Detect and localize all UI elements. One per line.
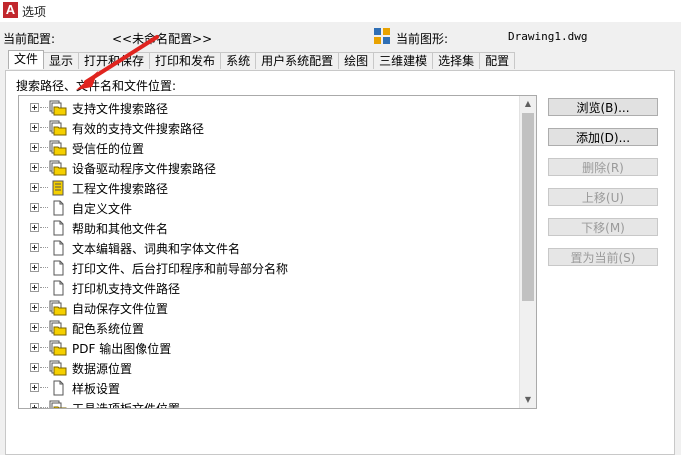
files-panel: 搜索路径、文件名和文件位置: 编写选项板文件位置工具选项板文件位置样板设置数据源… bbox=[5, 70, 675, 455]
expand-plus-icon[interactable] bbox=[30, 243, 39, 252]
folder-stack-icon bbox=[49, 340, 67, 356]
expand-plus-icon[interactable] bbox=[30, 303, 39, 312]
tree-item-label: 设备驱动程序文件搜索路径 bbox=[72, 162, 217, 176]
tree-connector bbox=[40, 407, 48, 408]
drawing-icon bbox=[374, 28, 390, 44]
folder-stack-icon bbox=[49, 320, 67, 336]
tree-connector bbox=[40, 107, 48, 108]
document-icon bbox=[49, 260, 67, 276]
tree-item-label: 自定义文件 bbox=[72, 202, 133, 216]
expand-plus-icon[interactable] bbox=[30, 143, 39, 152]
move-down-button[interactable]: 下移(M) bbox=[548, 218, 658, 236]
tree-connector bbox=[40, 307, 48, 308]
tree-connector bbox=[40, 167, 48, 168]
folder-stack-icon bbox=[49, 120, 67, 136]
tab-1[interactable]: 显示 bbox=[43, 52, 80, 69]
tab-6[interactable]: 绘图 bbox=[338, 52, 375, 69]
tab-strip: 文件 显示 打开和保存 打印和发布 系统 用户系统配置 绘图 三维建模 选择集 配置 bbox=[8, 50, 516, 70]
expand-plus-icon[interactable] bbox=[30, 343, 39, 352]
vertical-scrollbar[interactable]: ▲ ▼ bbox=[519, 96, 536, 408]
document-icon bbox=[49, 220, 67, 236]
tree-connector bbox=[40, 347, 48, 348]
folder-stack-icon bbox=[49, 100, 67, 116]
document-icon bbox=[49, 380, 67, 396]
project-file-icon bbox=[49, 180, 67, 196]
tree-connector bbox=[40, 207, 48, 208]
expand-plus-icon[interactable] bbox=[30, 283, 39, 292]
set-current-button[interactable]: 置为当前(S) bbox=[548, 248, 658, 266]
folder-stack-icon bbox=[49, 160, 67, 176]
tree-connector bbox=[40, 367, 48, 368]
tree-item-label: 打印文件、后台打印程序和前导部分名称 bbox=[72, 262, 289, 276]
folder-stack-icon bbox=[49, 140, 67, 156]
folder-stack-icon bbox=[49, 360, 67, 376]
tree-item-label: 打印机支持文件路径 bbox=[72, 282, 181, 296]
expand-plus-icon[interactable] bbox=[30, 123, 39, 132]
expand-plus-icon[interactable] bbox=[30, 263, 39, 272]
document-icon bbox=[49, 200, 67, 216]
tree-item-label: 文本编辑器、词典和字体文件名 bbox=[72, 242, 241, 256]
tree-item-label: 工具选项板文件位置 bbox=[72, 402, 181, 409]
add-button[interactable]: 添加(D)... bbox=[548, 128, 658, 146]
tree-item-label: 数据源位置 bbox=[72, 362, 133, 376]
tree-connector bbox=[40, 327, 48, 328]
window-title: 选项 bbox=[22, 5, 47, 19]
tree-item-label: PDF 输出图像位置 bbox=[72, 342, 172, 356]
expand-plus-icon[interactable] bbox=[30, 183, 39, 192]
tab-8[interactable]: 选择集 bbox=[432, 52, 481, 69]
options-dialog: 当前配置: <<未命名配置>> 当前图形: Drawing1.dwg 文件 显示打… bbox=[0, 22, 681, 455]
tree-connector bbox=[40, 147, 48, 148]
tree-connector bbox=[40, 387, 48, 388]
tab-5[interactable]: 用户系统配置 bbox=[255, 52, 340, 69]
tree-connector bbox=[40, 227, 48, 228]
current-drawing-label: 当前图形: bbox=[396, 32, 449, 46]
tab-7[interactable]: 三维建模 bbox=[373, 52, 434, 69]
folder-stack-icon bbox=[49, 400, 67, 408]
tab-2[interactable]: 打开和保存 bbox=[78, 52, 151, 69]
expand-plus-icon[interactable] bbox=[30, 223, 39, 232]
current-profile-label: 当前配置: bbox=[3, 32, 56, 46]
title-bar: A 选项 bbox=[0, 0, 681, 22]
folder-stack-icon bbox=[49, 300, 67, 316]
expand-plus-icon[interactable] bbox=[30, 383, 39, 392]
scroll-down-arrow-icon[interactable]: ▼ bbox=[520, 392, 536, 408]
tree-connector bbox=[40, 267, 48, 268]
remove-button[interactable]: 删除(R) bbox=[548, 158, 658, 176]
browse-button[interactable]: 浏览(B)... bbox=[548, 98, 658, 116]
expand-plus-icon[interactable] bbox=[30, 103, 39, 112]
file-location-tree[interactable]: 编写选项板文件位置工具选项板文件位置样板设置数据源位置PDF 输出图像位置配色系… bbox=[18, 95, 537, 409]
tab-0[interactable]: 文件 bbox=[8, 50, 45, 69]
scroll-thumb[interactable] bbox=[522, 113, 534, 301]
expand-plus-icon[interactable] bbox=[30, 363, 39, 372]
document-icon bbox=[49, 240, 67, 256]
expand-plus-icon[interactable] bbox=[30, 163, 39, 172]
tab-3[interactable]: 打印和发布 bbox=[149, 52, 222, 69]
expand-plus-icon[interactable] bbox=[30, 203, 39, 212]
tree-connector bbox=[40, 187, 48, 188]
tree-item-label: 自动保存文件位置 bbox=[72, 302, 169, 316]
expand-plus-icon[interactable] bbox=[30, 323, 39, 332]
tree-item-label: 有效的支持文件搜索路径 bbox=[72, 122, 205, 136]
tree-item-label: 配色系统位置 bbox=[72, 322, 145, 336]
tree-connector bbox=[40, 247, 48, 248]
tree-connector bbox=[40, 287, 48, 288]
document-icon bbox=[49, 280, 67, 296]
tree-item-label: 帮助和其他文件名 bbox=[72, 222, 169, 236]
tree-item-label: 受信任的位置 bbox=[72, 142, 145, 156]
section-label: 搜索路径、文件名和文件位置: bbox=[16, 79, 177, 93]
tree-item-label: 支持文件搜索路径 bbox=[72, 102, 169, 116]
autocad-logo-icon: A bbox=[3, 2, 18, 18]
expand-plus-icon[interactable] bbox=[30, 403, 39, 408]
current-profile-value: <<未命名配置>> bbox=[112, 32, 213, 46]
tab-4[interactable]: 系统 bbox=[220, 52, 257, 69]
tree-connector bbox=[40, 127, 48, 128]
scroll-up-arrow-icon[interactable]: ▲ bbox=[520, 96, 536, 112]
current-drawing-value: Drawing1.dwg bbox=[508, 30, 588, 43]
tab-9[interactable]: 配置 bbox=[479, 52, 516, 69]
tree-item-label: 工程文件搜索路径 bbox=[72, 182, 169, 196]
move-up-button[interactable]: 上移(U) bbox=[548, 188, 658, 206]
tree-item-label: 样板设置 bbox=[72, 382, 121, 396]
